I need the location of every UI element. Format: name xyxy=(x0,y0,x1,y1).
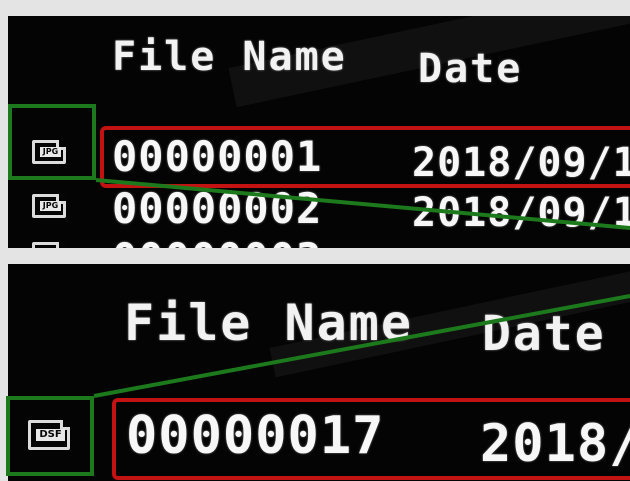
comparison-figure: File Name Date JPG 00000001 2018/09/1 JP… xyxy=(0,0,630,481)
bottom-connector-line xyxy=(93,294,630,398)
annotation-connector-lines xyxy=(93,178,630,398)
top-connector-line xyxy=(95,178,630,230)
